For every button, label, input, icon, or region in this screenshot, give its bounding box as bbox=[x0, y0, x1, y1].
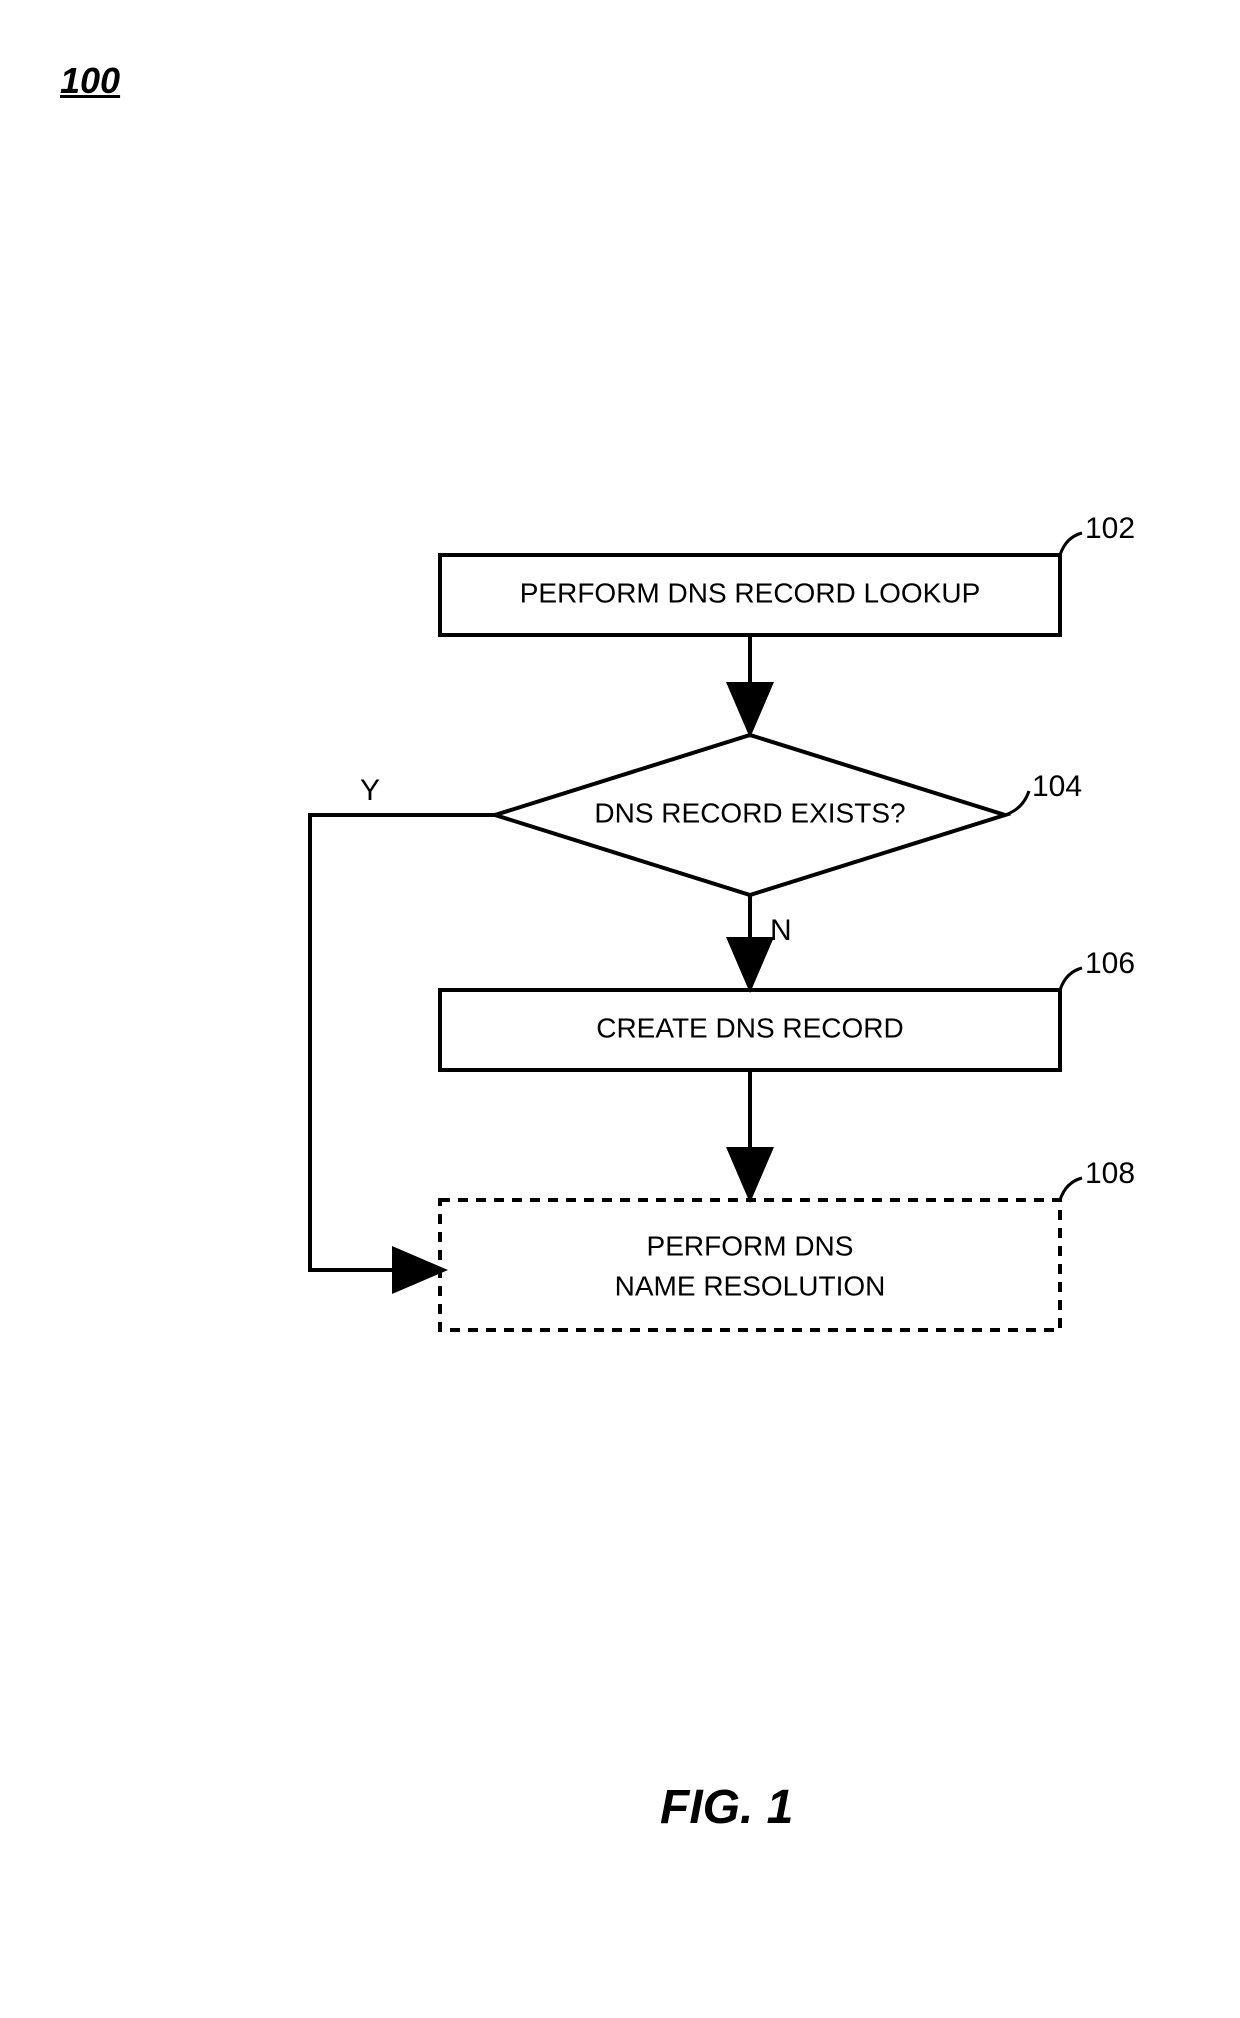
branch-no: N bbox=[770, 914, 792, 947]
ref-108: 108 bbox=[1085, 1157, 1135, 1190]
ref-leader-106 bbox=[1060, 968, 1082, 990]
ref-106: 106 bbox=[1085, 947, 1135, 980]
node-perform-dns-name-resolution: PERFORM DNS NAME RESOLUTION 108 bbox=[440, 1157, 1135, 1330]
node-create-dns-record: CREATE DNS RECORD 106 bbox=[440, 947, 1135, 1070]
flowchart: PERFORM DNS RECORD LOOKUP 102 DNS RECORD… bbox=[0, 0, 1240, 2018]
ref-leader-102 bbox=[1060, 533, 1082, 555]
node-dns-record-exists: DNS RECORD EXISTS? 104 bbox=[495, 735, 1082, 895]
figure-caption: FIG. 1 bbox=[660, 1780, 793, 1835]
node-102-label: PERFORM DNS RECORD LOOKUP bbox=[520, 577, 981, 608]
ref-102: 102 bbox=[1085, 512, 1135, 545]
node-108-label-line2: NAME RESOLUTION bbox=[615, 1270, 886, 1301]
node-106-label: CREATE DNS RECORD bbox=[596, 1012, 904, 1043]
ref-leader-104 bbox=[1005, 791, 1029, 815]
node-perform-dns-lookup: PERFORM DNS RECORD LOOKUP 102 bbox=[440, 512, 1135, 635]
node-108-label-line1: PERFORM DNS bbox=[647, 1230, 854, 1261]
ref-leader-108 bbox=[1060, 1178, 1082, 1200]
ref-104: 104 bbox=[1032, 770, 1082, 803]
node-104-label: DNS RECORD EXISTS? bbox=[594, 797, 905, 828]
branch-yes: Y bbox=[360, 774, 380, 807]
